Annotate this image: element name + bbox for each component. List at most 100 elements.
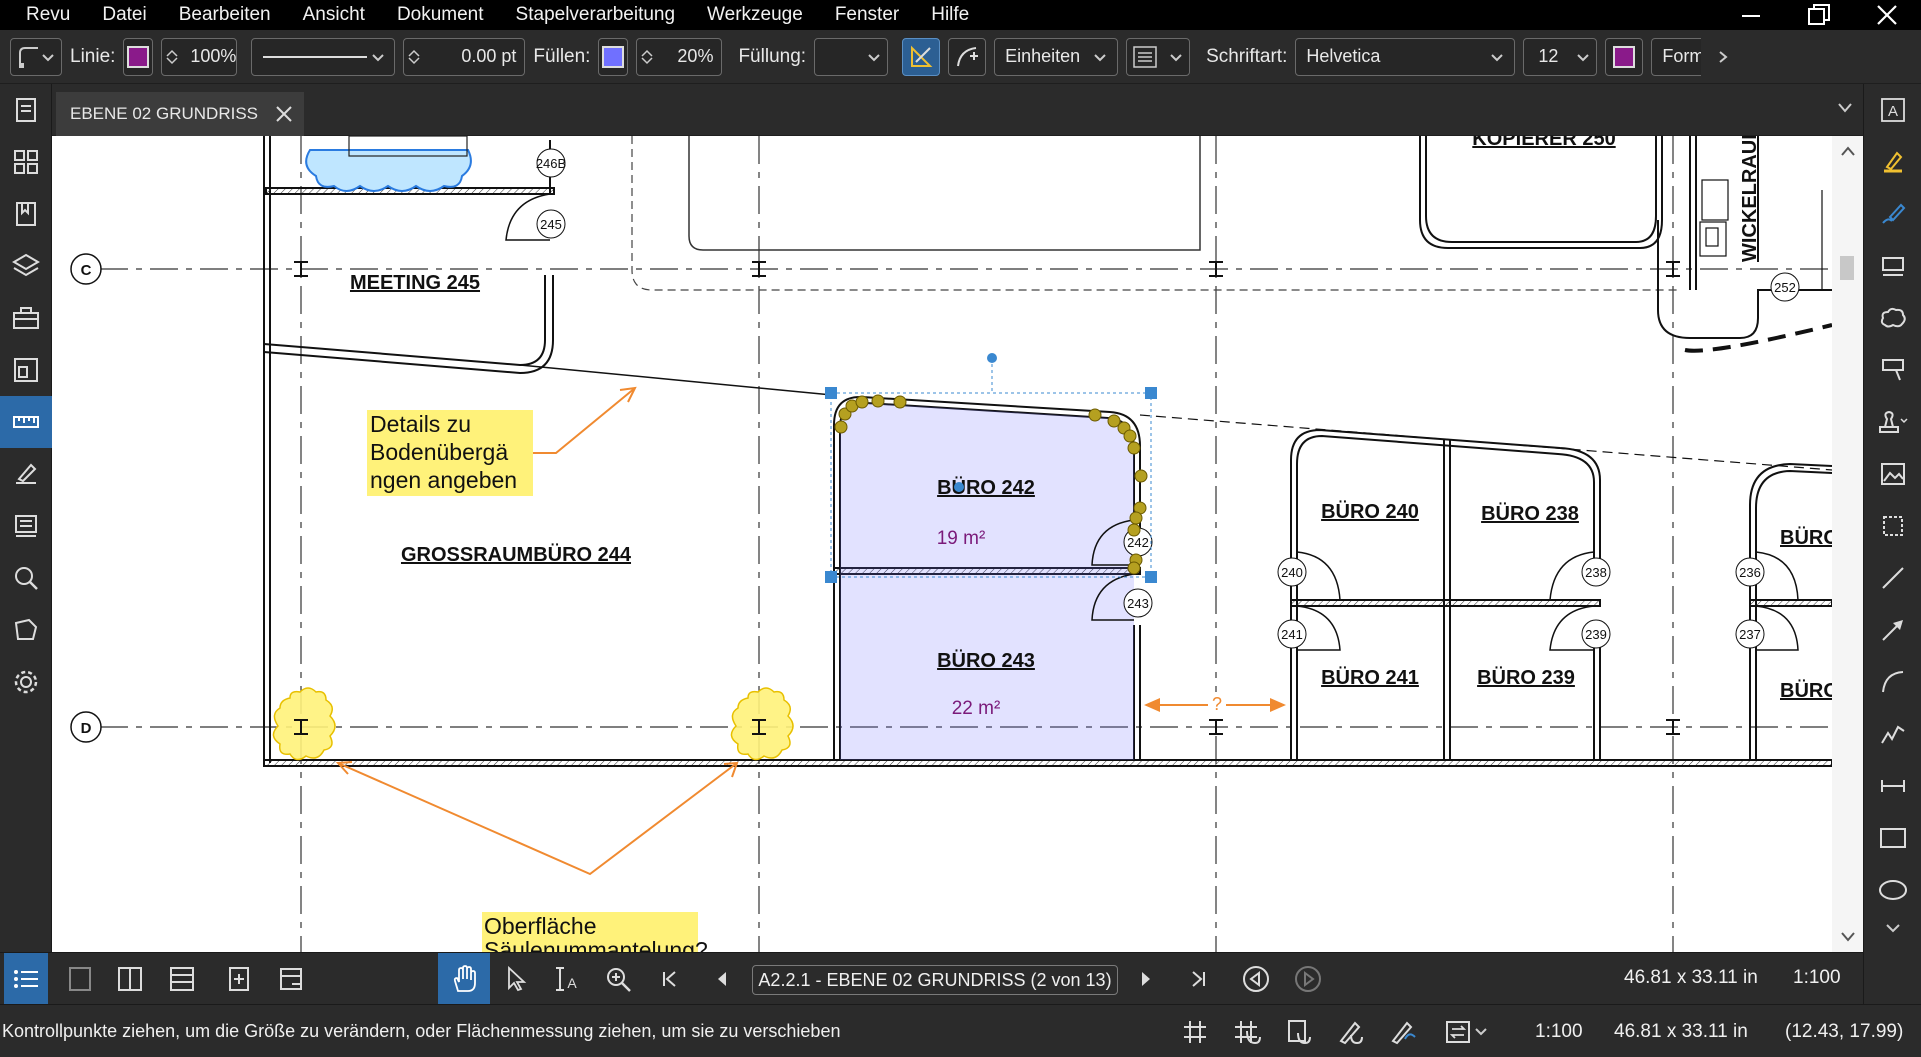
fill-opacity-field[interactable]: 20% bbox=[636, 37, 723, 76]
scroll-down-icon[interactable] bbox=[1841, 932, 1855, 942]
menu-fenster[interactable]: Fenster bbox=[819, 0, 915, 30]
restore-button[interactable] bbox=[1785, 0, 1853, 30]
select-tool-button[interactable] bbox=[494, 959, 538, 999]
toolbar-overflow-button[interactable] bbox=[1709, 38, 1737, 76]
page-selector[interactable]: A2.2.1 - EBENE 02 GRUNDRISS (2 von 13) bbox=[752, 965, 1118, 995]
add-page-button[interactable] bbox=[218, 959, 262, 999]
thumbnails-tab[interactable] bbox=[0, 136, 52, 188]
measure-button[interactable] bbox=[902, 37, 941, 76]
snap-to-grid-toggle[interactable] bbox=[1230, 1017, 1264, 1047]
sheets-tab[interactable] bbox=[0, 344, 52, 396]
snap-to-content-toggle[interactable] bbox=[1282, 1017, 1316, 1047]
resize-handle[interactable] bbox=[1145, 387, 1157, 399]
hatch-dropdown[interactable] bbox=[814, 37, 889, 76]
image-tool[interactable] bbox=[1864, 448, 1921, 500]
center-handle[interactable] bbox=[954, 482, 964, 492]
resize-handle[interactable] bbox=[825, 571, 837, 583]
tab-list-chevron-icon[interactable] bbox=[1837, 102, 1853, 114]
line-color-button[interactable] bbox=[123, 37, 154, 76]
scroll-up-icon[interactable] bbox=[1841, 146, 1855, 156]
line-width-field[interactable]: 0.00 pt bbox=[403, 37, 526, 76]
font-size-dropdown[interactable]: 12 bbox=[1523, 37, 1598, 76]
dimension-tool[interactable] bbox=[1864, 760, 1921, 812]
rectangle-tool[interactable] bbox=[1864, 812, 1921, 864]
text-color-button[interactable] bbox=[1605, 37, 1644, 76]
line-opacity-field[interactable]: 100% bbox=[161, 37, 238, 76]
snapshot-tool[interactable] bbox=[1864, 500, 1921, 552]
fill-color-button[interactable] bbox=[598, 37, 629, 76]
settings-tab[interactable] bbox=[0, 656, 52, 708]
properties-tab[interactable] bbox=[0, 84, 52, 136]
menu-bearbeiten[interactable]: Bearbeiten bbox=[163, 0, 287, 30]
layers-tab[interactable] bbox=[0, 240, 52, 292]
pen-tool[interactable] bbox=[1864, 188, 1921, 240]
toolchest-tab[interactable] bbox=[0, 292, 52, 344]
resize-handle[interactable] bbox=[825, 387, 837, 399]
ellipse-tool[interactable] bbox=[1864, 864, 1921, 916]
units-dropdown[interactable]: Einheiten bbox=[994, 37, 1119, 76]
reuse-markup-toggle[interactable] bbox=[1386, 1017, 1420, 1047]
dimension-question[interactable]: ? bbox=[1144, 692, 1286, 714]
cloud-tool[interactable] bbox=[1864, 292, 1921, 344]
menu-dokument[interactable]: Dokument bbox=[381, 0, 500, 30]
text-tool[interactable]: A bbox=[1864, 84, 1921, 136]
list-view-button[interactable] bbox=[4, 953, 48, 1005]
next-view-button[interactable] bbox=[1286, 959, 1330, 999]
measurements-tab[interactable] bbox=[0, 396, 52, 448]
zoom-tool-button[interactable] bbox=[596, 959, 640, 999]
minimize-button[interactable] bbox=[1717, 0, 1785, 30]
spaces-tab[interactable] bbox=[0, 604, 52, 656]
add-vertex-button[interactable] bbox=[948, 37, 987, 76]
grid-toggle[interactable] bbox=[1178, 1017, 1212, 1047]
rotate-handle[interactable] bbox=[987, 353, 997, 363]
arrow-tool[interactable] bbox=[1864, 604, 1921, 656]
polyline-tool[interactable] bbox=[1864, 708, 1921, 760]
menu-ansicht[interactable]: Ansicht bbox=[287, 0, 381, 30]
search-tab[interactable] bbox=[0, 552, 52, 604]
highlight-tool[interactable] bbox=[1864, 136, 1921, 188]
format-button[interactable]: Form bbox=[1651, 37, 1702, 76]
drawing-canvas[interactable]: C D 246B 245 242 243 240 241 238 239 236… bbox=[52, 136, 1863, 952]
bookmarks-tab[interactable] bbox=[0, 188, 52, 240]
typewriter-tool[interactable] bbox=[1864, 240, 1921, 292]
next-page-button[interactable] bbox=[1124, 959, 1168, 999]
markups-list-tab[interactable] bbox=[0, 500, 52, 552]
pan-tool-button[interactable] bbox=[438, 953, 490, 1005]
close-window-button[interactable] bbox=[1853, 0, 1921, 30]
line-style-dropdown[interactable] bbox=[251, 37, 396, 76]
menu-werkzeuge[interactable]: Werkzeuge bbox=[691, 0, 819, 30]
font-family-dropdown[interactable]: Helvetica bbox=[1295, 37, 1516, 76]
scroll-thumb[interactable] bbox=[1840, 256, 1854, 280]
shape-style-dropdown[interactable] bbox=[10, 37, 62, 76]
first-page-button[interactable] bbox=[648, 959, 692, 999]
callout-note-columns[interactable]: Oberfläche Säulenummantelung? bbox=[335, 761, 739, 952]
menu-datei[interactable]: Datei bbox=[86, 0, 162, 30]
menu-hilfe[interactable]: Hilfe bbox=[915, 0, 985, 30]
stamp-tool[interactable] bbox=[1864, 396, 1921, 448]
signatures-tab[interactable] bbox=[0, 448, 52, 500]
compare-button[interactable] bbox=[270, 959, 314, 999]
split-horizontal-button[interactable] bbox=[160, 959, 204, 999]
document-tab[interactable]: EBENE 02 GRUNDRISS bbox=[56, 92, 304, 136]
callout-tool[interactable] bbox=[1864, 344, 1921, 396]
previous-page-button[interactable] bbox=[700, 959, 744, 999]
single-page-button[interactable] bbox=[58, 959, 102, 999]
resize-handle[interactable] bbox=[1145, 571, 1157, 583]
close-tab-icon[interactable] bbox=[274, 104, 294, 124]
line-opacity-spinner[interactable] bbox=[162, 49, 182, 65]
fill-opacity-spinner[interactable] bbox=[637, 49, 657, 65]
select-text-button[interactable]: A bbox=[544, 959, 588, 999]
vertical-scrollbar[interactable] bbox=[1832, 136, 1863, 952]
arc-tool[interactable] bbox=[1864, 656, 1921, 708]
tools-overflow-button[interactable] bbox=[1864, 916, 1921, 940]
callout-note-floor[interactable]: Details zu Bodenübergä ngen angeben bbox=[367, 386, 637, 496]
split-vertical-button[interactable] bbox=[108, 959, 152, 999]
snap-to-markup-toggle[interactable] bbox=[1334, 1017, 1368, 1047]
line-tool[interactable] bbox=[1864, 552, 1921, 604]
text-align-dropdown[interactable] bbox=[1126, 37, 1191, 76]
previous-view-button[interactable] bbox=[1234, 959, 1278, 999]
line-width-spinner[interactable] bbox=[404, 49, 424, 65]
last-page-button[interactable] bbox=[1176, 959, 1220, 999]
sync-dropdown[interactable] bbox=[1440, 1017, 1494, 1047]
menu-stapelverarbeitung[interactable]: Stapelverarbeitung bbox=[500, 0, 692, 30]
